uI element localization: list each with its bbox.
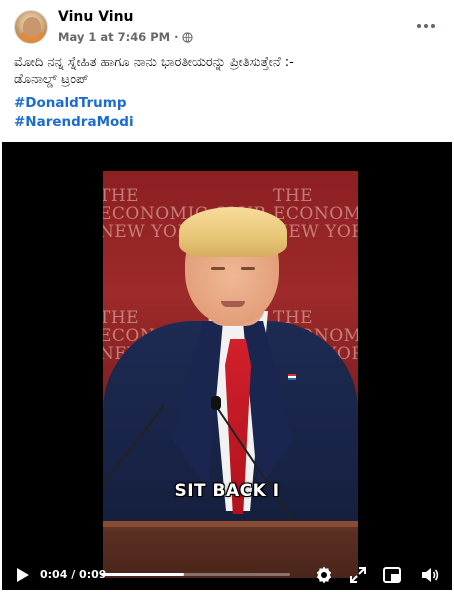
dot-icon — [417, 24, 421, 28]
avatar[interactable] — [14, 10, 48, 44]
post-text-line: ಮೋದಿ ನನ್ನ ಸ್ನೇಹಿತ ಹಾಗೂ ನಾನು ಭಾರತೀಯರನ್ನು … — [14, 55, 294, 70]
post-timestamp[interactable]: May 1 at 7:46 PM — [58, 30, 170, 44]
post-meta: May 1 at 7:46 PM · — [58, 30, 194, 44]
speaker-eye — [241, 267, 255, 270]
speaker-mouth — [221, 301, 245, 307]
post-text-line: ಡೊನಾಲ್ಡ್ ಟ್ರಂಪ್ — [14, 72, 89, 87]
video-controls: 0:04 / 0:09 — [2, 560, 452, 590]
globe-icon — [182, 31, 194, 43]
microphone-icon — [211, 396, 221, 410]
meta-separator: · — [174, 30, 179, 44]
post-header: Vinu Vinu May 1 at 7:46 PM · — [14, 8, 440, 52]
video-time: 0:04 / 0:09 — [40, 568, 107, 581]
picture-in-picture-icon[interactable] — [382, 565, 402, 585]
video-caption: SIT BACK I — [174, 481, 280, 501]
video-player[interactable]: THE ECONOMIC CLUB NEW YORK THE ECONOMIC … — [2, 142, 452, 590]
video-frame[interactable]: THE ECONOMIC CLUB NEW YORK THE ECONOMIC … — [103, 171, 358, 578]
expand-icon[interactable] — [348, 565, 368, 585]
author-name[interactable]: Vinu Vinu — [58, 9, 134, 25]
more-options-button[interactable] — [412, 16, 440, 36]
volume-icon[interactable] — [420, 565, 440, 585]
post-text: ಮೋದಿ ನನ್ನ ಸ್ನೇಹಿತ ಹಾಗೂ ನಾನು ಭಾರತೀಯರನ್ನು … — [14, 54, 440, 88]
flag-pin — [288, 374, 296, 380]
dot-icon — [431, 24, 435, 28]
speaker-eye — [211, 267, 225, 270]
play-icon[interactable] — [16, 567, 30, 583]
speaker-hair — [179, 207, 287, 257]
progress-bar[interactable] — [101, 573, 290, 576]
podium-edge — [103, 521, 358, 527]
hashtag-link[interactable]: #NarendraModi — [14, 114, 134, 130]
gear-icon[interactable] — [314, 565, 334, 585]
hashtag-link[interactable]: #DonaldTrump — [14, 95, 127, 111]
dot-icon — [424, 24, 428, 28]
progress-fill — [101, 573, 185, 576]
